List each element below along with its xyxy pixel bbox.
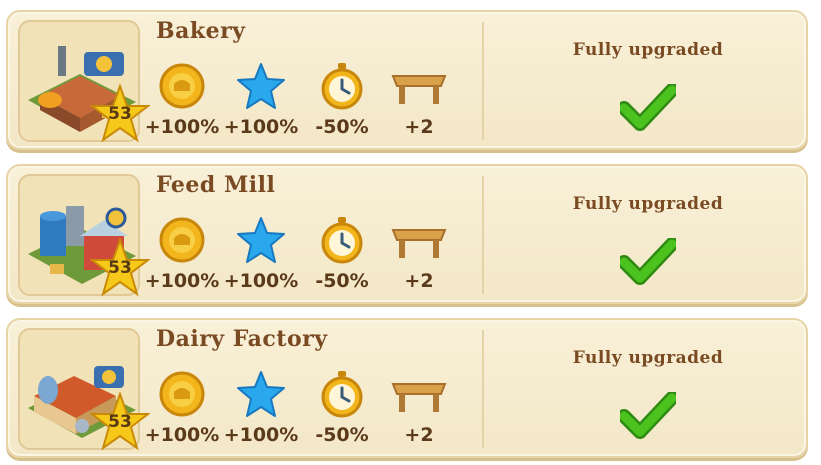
upgrade-status: Fully upgraded — [572, 348, 724, 368]
divider — [482, 330, 484, 448]
upgrade-status: Fully upgraded — [572, 194, 724, 214]
coin-bonus-value: +100% — [144, 270, 220, 292]
divider — [482, 176, 484, 294]
slot-bonus-value: +2 — [404, 116, 434, 138]
checkmark-icon — [617, 391, 679, 440]
divider — [482, 22, 484, 140]
coin-icon — [158, 370, 218, 418]
table-slot-icon — [389, 370, 449, 418]
building-card-bakery[interactable]: 53 Bakery +100% +100% -50% +2 Fully upgr… — [6, 10, 808, 150]
xp-bonus-value: +100% — [223, 116, 299, 138]
building-card-dairy-factory[interactable]: 53 Dairy Factory +100% +100% -50% +2 Ful… — [6, 318, 808, 458]
coin-bonus-value: +100% — [144, 424, 220, 446]
stopwatch-icon — [318, 216, 378, 264]
upgrade-status: Fully upgraded — [572, 40, 724, 60]
xp-bonus-value: +100% — [223, 270, 299, 292]
checkmark-icon — [617, 83, 679, 132]
table-slot-icon — [389, 216, 449, 264]
checkmark-icon — [617, 237, 679, 286]
building-card-feed-mill[interactable]: 53 Feed Mill +100% +100% -50% +2 Fully u… — [6, 164, 808, 304]
star-icon — [236, 216, 296, 264]
slot-bonus-value: +2 — [404, 424, 434, 446]
xp-bonus-value: +100% — [223, 424, 299, 446]
coin-bonus-value: +100% — [144, 116, 220, 138]
stopwatch-icon — [318, 62, 378, 110]
coin-icon — [158, 62, 218, 110]
building-title: Bakery — [156, 18, 246, 44]
building-title: Dairy Factory — [156, 326, 328, 352]
star-icon — [236, 62, 296, 110]
coin-icon — [158, 216, 218, 264]
stopwatch-icon — [318, 370, 378, 418]
table-slot-icon — [389, 62, 449, 110]
building-title: Feed Mill — [156, 172, 276, 198]
slot-bonus-value: +2 — [404, 270, 434, 292]
star-icon — [236, 370, 296, 418]
